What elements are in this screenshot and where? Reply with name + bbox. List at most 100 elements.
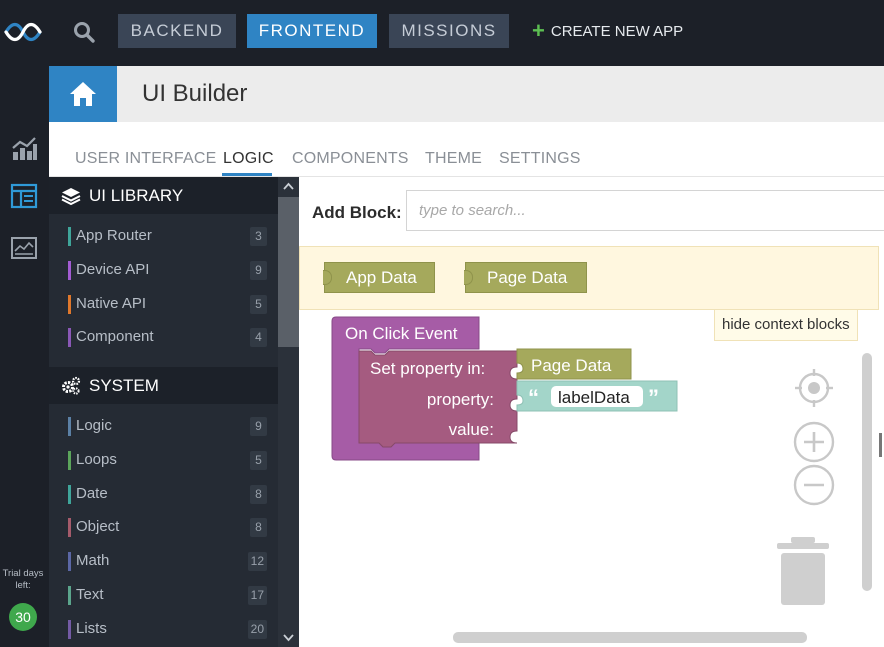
library-item-date[interactable]: Date 8 bbox=[49, 478, 278, 512]
workspace-vertical-scrollbar[interactable] bbox=[862, 353, 872, 591]
library-item-count: 5 bbox=[250, 450, 267, 470]
library-item-app-router[interactable]: App Router 3 bbox=[49, 220, 278, 254]
system-title: SYSTEM bbox=[89, 376, 159, 395]
library-item-label: Device API bbox=[76, 260, 150, 278]
ui-library-title: UI LIBRARY bbox=[89, 186, 184, 205]
library-item-label: Loops bbox=[76, 450, 117, 468]
category-color-bar bbox=[68, 484, 71, 504]
active-tab-indicator bbox=[222, 173, 272, 176]
category-color-bar bbox=[68, 227, 71, 246]
ui-builder-icon[interactable] bbox=[10, 182, 38, 210]
library-item-math[interactable]: Math 12 bbox=[49, 545, 278, 579]
scroll-up-icon[interactable] bbox=[282, 181, 295, 191]
library-item-count: 5 bbox=[250, 294, 267, 314]
ui-library-header[interactable]: UI LIBRARY bbox=[49, 177, 278, 214]
library-item-count: 3 bbox=[250, 227, 267, 246]
page-header: UI Builder bbox=[49, 66, 884, 122]
top-bar: BACKEND FRONTEND MISSIONS + CREATE NEW AP… bbox=[0, 0, 884, 66]
library-item-count: 8 bbox=[250, 484, 267, 504]
library-item-label: Object bbox=[76, 518, 120, 536]
property-label: property: bbox=[427, 390, 494, 409]
trash-icon[interactable] bbox=[775, 535, 831, 607]
tab-components[interactable]: COMPONENTS bbox=[292, 150, 409, 168]
tab-user-interface[interactable]: USER INTERFACE bbox=[75, 150, 217, 168]
on-click-event-label: On Click Event bbox=[345, 324, 458, 343]
block-library: UI LIBRARY App Router 3 Device API 9 Native … bbox=[49, 177, 278, 647]
text-field-value: labelData bbox=[558, 388, 630, 407]
library-item-label: Math bbox=[76, 552, 110, 570]
layers-icon bbox=[61, 188, 81, 206]
open-quote-icon: “ bbox=[528, 385, 539, 410]
home-icon bbox=[70, 82, 96, 106]
library-item-count: 9 bbox=[250, 417, 267, 436]
dashboard-icon[interactable] bbox=[10, 234, 38, 262]
context-blocks-area: App Data Page Data bbox=[299, 246, 879, 310]
logic-workspace[interactable]: Add Block: App Data Page Data hide conte… bbox=[299, 177, 884, 647]
create-new-app-button[interactable]: + CREATE NEW APP bbox=[532, 14, 683, 48]
category-color-bar bbox=[68, 450, 71, 470]
system-header[interactable]: SYSTEM bbox=[49, 367, 278, 404]
builder-tabs: USER INTERFACE LOGIC COMPONENTS THEME SE… bbox=[49, 122, 884, 177]
library-scrollbar[interactable] bbox=[278, 177, 299, 647]
hide-context-blocks-button[interactable]: hide context blocks bbox=[714, 310, 858, 341]
library-item-count: 4 bbox=[250, 328, 267, 348]
library-item-label: Text bbox=[76, 586, 104, 603]
library-item-logic[interactable]: Logic 9 bbox=[49, 410, 278, 444]
missions-tab-button[interactable]: MISSIONS bbox=[389, 14, 509, 48]
create-new-app-label: CREATE NEW APP bbox=[550, 23, 684, 40]
trial-days-badge: 30 bbox=[9, 603, 37, 631]
zoom-in-icon[interactable] bbox=[793, 421, 835, 463]
library-item-device-api[interactable]: Device API 9 bbox=[49, 254, 278, 288]
library-item-component[interactable]: Component 4 bbox=[49, 321, 278, 355]
close-quote-icon: ” bbox=[648, 385, 659, 410]
app-data-block[interactable]: App Data bbox=[323, 262, 435, 293]
library-item-count: 9 bbox=[250, 260, 267, 280]
recenter-icon[interactable] bbox=[793, 367, 835, 409]
library-item-count: 12 bbox=[247, 552, 267, 572]
trial-label: Trial days left: bbox=[2, 568, 44, 591]
library-item-count: 8 bbox=[250, 518, 267, 538]
library-item-label: App Router bbox=[76, 227, 152, 244]
category-color-bar bbox=[68, 328, 71, 348]
search-icon[interactable] bbox=[72, 20, 96, 44]
library-item-label: Logic bbox=[76, 417, 112, 434]
tab-logic[interactable]: LOGIC bbox=[223, 150, 274, 168]
category-color-bar bbox=[68, 260, 71, 280]
library-item-count: 20 bbox=[247, 619, 267, 639]
workspace-horizontal-scrollbar[interactable] bbox=[453, 632, 807, 643]
page-data-label: Page Data bbox=[487, 268, 568, 287]
block-search-input[interactable] bbox=[406, 190, 884, 231]
library-item-count: 17 bbox=[247, 586, 267, 605]
tab-settings[interactable]: SETTINGS bbox=[499, 150, 581, 168]
library-item-text[interactable]: Text 17 bbox=[49, 579, 278, 613]
library-item-lists[interactable]: Lists 20 bbox=[49, 613, 278, 647]
category-color-bar bbox=[68, 586, 71, 605]
library-item-object[interactable]: Object 8 bbox=[49, 511, 278, 545]
left-rail: Trial days left: 30 bbox=[0, 66, 49, 647]
blocks-canvas: On Click Event Set property in: property… bbox=[331, 316, 678, 461]
library-item-loops[interactable]: Loops 5 bbox=[49, 444, 278, 478]
category-color-bar bbox=[68, 518, 71, 538]
scroll-down-icon[interactable] bbox=[282, 633, 295, 643]
library-item-label: Component bbox=[76, 328, 154, 346]
frontend-tab-button[interactable]: FRONTEND bbox=[247, 14, 377, 48]
resize-handle[interactable] bbox=[879, 433, 882, 457]
library-item-label: Date bbox=[76, 484, 108, 502]
value-label: value: bbox=[449, 420, 494, 439]
home-button[interactable] bbox=[49, 66, 117, 122]
tab-theme[interactable]: THEME bbox=[425, 150, 482, 168]
category-color-bar bbox=[68, 294, 71, 314]
gears-icon bbox=[62, 376, 81, 395]
backend-tab-button[interactable]: BACKEND bbox=[118, 14, 236, 48]
category-color-bar bbox=[68, 417, 71, 436]
app-logo-icon[interactable] bbox=[4, 18, 42, 46]
category-color-bar bbox=[68, 619, 71, 639]
analytics-icon[interactable] bbox=[10, 134, 38, 162]
library-item-label: Lists bbox=[76, 619, 107, 637]
page-data-target-label: Page Data bbox=[531, 356, 612, 375]
library-scroll-thumb[interactable] bbox=[278, 197, 299, 347]
add-block-label: Add Block: bbox=[312, 203, 402, 222]
library-item-native-api[interactable]: Native API 5 bbox=[49, 288, 278, 322]
page-data-context-block[interactable]: Page Data bbox=[464, 262, 587, 293]
zoom-out-icon[interactable] bbox=[793, 464, 835, 506]
